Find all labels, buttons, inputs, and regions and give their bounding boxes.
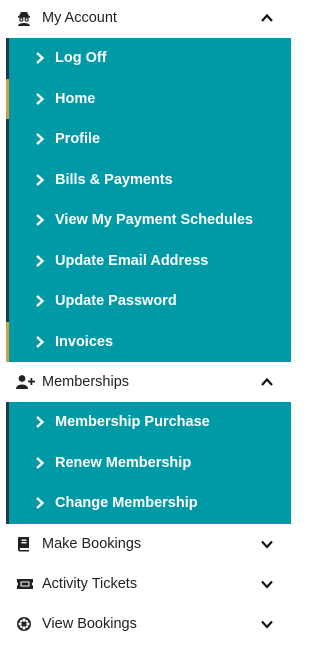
section-header-make-bookings[interactable]: Make Bookings xyxy=(0,523,291,564)
chevron-up-icon[interactable] xyxy=(259,10,275,26)
chevron-down-icon[interactable] xyxy=(259,576,275,592)
book-icon xyxy=(16,536,36,552)
chevron-right-icon xyxy=(35,415,47,429)
chevron-up-icon[interactable] xyxy=(259,374,275,390)
chevron-right-icon xyxy=(35,92,47,106)
chevron-right-icon xyxy=(35,51,47,65)
section-header-view-bookings[interactable]: View Bookings xyxy=(0,603,291,644)
menu-item-label: Renew Membership xyxy=(55,454,192,471)
chevron-right-icon xyxy=(35,294,47,308)
menu-item-label: Bills & Payments xyxy=(55,171,173,188)
menu-item-bills-payments[interactable]: Bills & Payments xyxy=(6,159,291,200)
menu-item-update-password[interactable]: Update Password xyxy=(6,281,291,322)
chevron-right-icon xyxy=(35,254,47,268)
menu-item-label: Home xyxy=(55,90,96,107)
memberships-menu: Membership Purchase Renew Membership Cha… xyxy=(6,402,291,524)
chevron-right-icon xyxy=(35,496,47,510)
cog-burst-icon xyxy=(16,616,36,632)
section-label-memberships: Memberships xyxy=(42,374,130,390)
menu-item-label: Membership Purchase xyxy=(55,414,210,431)
menu-item-change-membership[interactable]: Change Membership xyxy=(6,483,291,524)
menu-item-renew-membership[interactable]: Renew Membership xyxy=(6,442,291,483)
menu-item-label: Invoices xyxy=(55,333,114,350)
menu-item-update-email[interactable]: Update Email Address xyxy=(6,240,291,281)
section-label-activity-tickets: Activity Tickets xyxy=(42,575,138,592)
menu-item-label: View My Payment Schedules xyxy=(55,212,253,229)
chevron-right-icon xyxy=(35,456,47,470)
chevron-down-icon[interactable] xyxy=(259,616,275,632)
menu-item-log-off[interactable]: Log Off xyxy=(6,38,291,79)
menu-item-label: Log Off xyxy=(55,50,107,67)
menu-item-label: Update Email Address xyxy=(55,252,209,269)
menu-item-profile[interactable]: Profile xyxy=(6,119,291,160)
side-navigation: My Account Log Off Home Profile Bills & … xyxy=(0,0,291,644)
menu-item-home[interactable]: Home xyxy=(6,78,291,119)
incognito-user-icon xyxy=(16,10,36,26)
menu-item-label: Profile xyxy=(55,131,101,148)
user-plus-icon xyxy=(16,374,36,390)
menu-item-invoices[interactable]: Invoices xyxy=(6,321,291,362)
section-header-memberships[interactable]: Memberships xyxy=(0,362,291,402)
chevron-right-icon xyxy=(35,173,47,187)
menu-item-payment-schedules[interactable]: View My Payment Schedules xyxy=(6,200,291,241)
section-header-my-account[interactable]: My Account xyxy=(0,0,291,38)
menu-item-label: Change Membership xyxy=(55,495,198,512)
chevron-down-icon[interactable] xyxy=(259,536,275,552)
section-label-make-bookings: Make Bookings xyxy=(42,535,142,552)
chevron-right-icon xyxy=(35,132,47,146)
chevron-right-icon xyxy=(35,335,47,349)
section-label-my-account: My Account xyxy=(42,10,117,26)
my-account-menu: Log Off Home Profile Bills & Payments Vi… xyxy=(6,38,291,362)
chevron-right-icon xyxy=(35,213,47,227)
section-header-activity-tickets[interactable]: Activity Tickets xyxy=(0,563,291,604)
menu-item-membership-purchase[interactable]: Membership Purchase xyxy=(6,402,291,443)
menu-item-label: Update Password xyxy=(55,293,177,310)
section-label-view-bookings: View Bookings xyxy=(42,615,137,632)
ticket-icon xyxy=(16,576,36,592)
